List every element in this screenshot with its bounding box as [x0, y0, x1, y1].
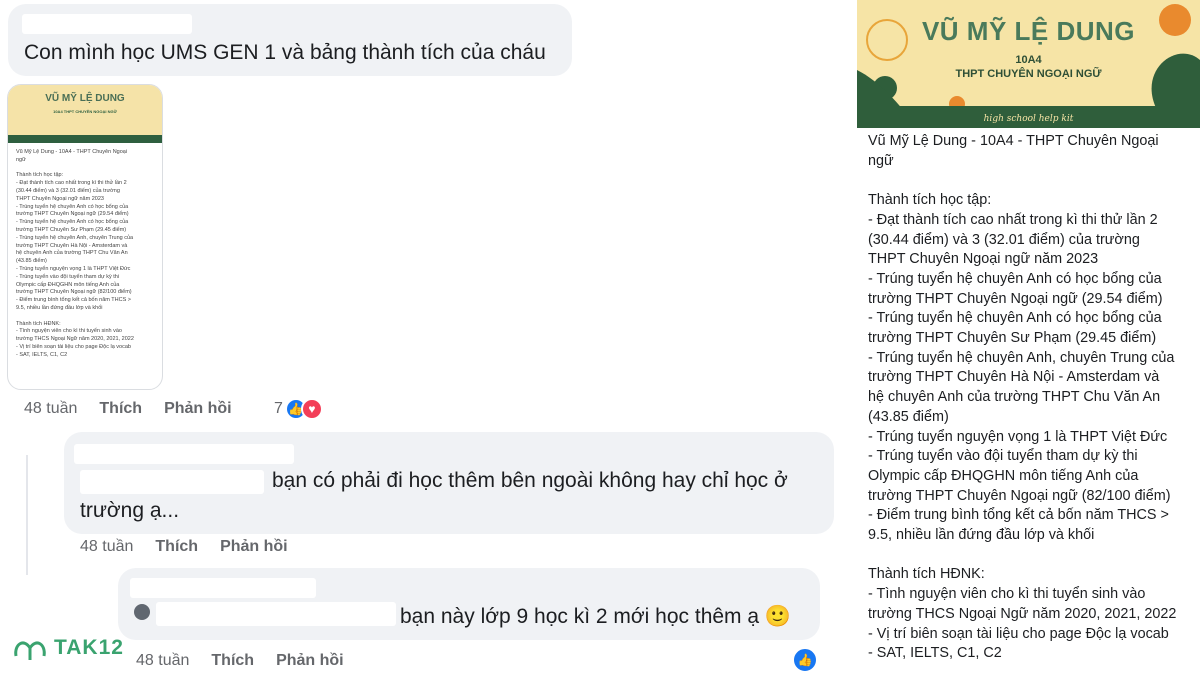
like-button[interactable]: Thích — [99, 400, 142, 418]
banner-kit-label: high school help kit — [983, 114, 1074, 124]
like-reaction-icon[interactable]: 👍 — [792, 647, 818, 673]
thumbnail-banner-name: VŨ MỸ LỆ DUNG — [45, 93, 125, 104]
banner-class: 10A4 — [1015, 54, 1042, 66]
thumbnail-text: Vũ Mỹ Lệ Dung - 10A4 - THPT Chuyên Ngoại… — [16, 149, 134, 358]
author-name-redacted — [22, 14, 192, 34]
logo-text: TAK12 — [54, 636, 124, 659]
like-button[interactable]: Thích — [211, 652, 254, 670]
comment-text-3: bạn này lớp 9 học kì 2 mới học thêm ạ 🙂 — [400, 605, 792, 628]
reply-button[interactable]: Phản hồi — [276, 652, 344, 670]
achievement-thumbnail[interactable]: VŨ MỸ LỆ DUNG 10A4 THPT CHUYÊN NGOẠI NGỮ… — [7, 84, 163, 390]
author-name-redacted — [130, 578, 316, 598]
comment-actions-3: 48 tuần Thích Phản hồi — [136, 652, 344, 670]
edit-indicator-icon — [134, 604, 150, 620]
reply-button[interactable]: Phản hồi — [220, 538, 288, 556]
comment-text-1: Con mình học UMS GEN 1 và bảng thành tíc… — [24, 41, 546, 64]
tak12-logo: TAK12 — [12, 634, 124, 662]
reaction-count: 7 — [274, 400, 283, 417]
achievement-card-banner[interactable]: VŨ MỸ LỆ DUNG 10A4 THPT CHUYÊN NGOẠI NGỮ… — [857, 0, 1200, 128]
leaf-logo-icon — [14, 641, 46, 660]
thread-line — [26, 455, 28, 575]
reply-button[interactable]: Phản hồi — [164, 400, 232, 418]
comment-actions-2: 48 tuần Thích Phản hồi — [80, 538, 288, 556]
comment-time[interactable]: 48 tuần — [80, 538, 133, 556]
achievement-card-text: Vũ Mỹ Lệ Dung - 10A4 - THPT Chuyên Ngoại… — [868, 133, 1177, 662]
comment-time[interactable]: 48 tuần — [136, 652, 189, 670]
author-name-redacted — [74, 444, 294, 464]
comment-time[interactable]: 48 tuần — [24, 400, 77, 418]
mention-redacted — [156, 602, 396, 626]
banner-student-name: VŨ MỸ LỆ DUNG — [921, 16, 1136, 46]
comment-text-2: bạn có phải đi học thêm bên ngoài không … — [80, 469, 788, 522]
banner-school: THPT CHUYÊN NGOẠI NGỮ — [955, 68, 1102, 80]
thumbnail-banner: VŨ MỸ LỆ DUNG 10A4 THPT CHUYÊN NGOẠI NGỮ — [8, 85, 162, 143]
thumbnail-banner-sub: 10A4 THPT CHUYÊN NGOẠI NGỮ — [53, 109, 117, 114]
comment-actions-1: 48 tuần Thích Phản hồi — [24, 400, 232, 418]
like-button[interactable]: Thích — [155, 538, 198, 556]
reaction-summary[interactable]: 7 👍 ♥ — [274, 398, 323, 420]
heart-reaction-icon: ♥ — [300, 398, 323, 420]
